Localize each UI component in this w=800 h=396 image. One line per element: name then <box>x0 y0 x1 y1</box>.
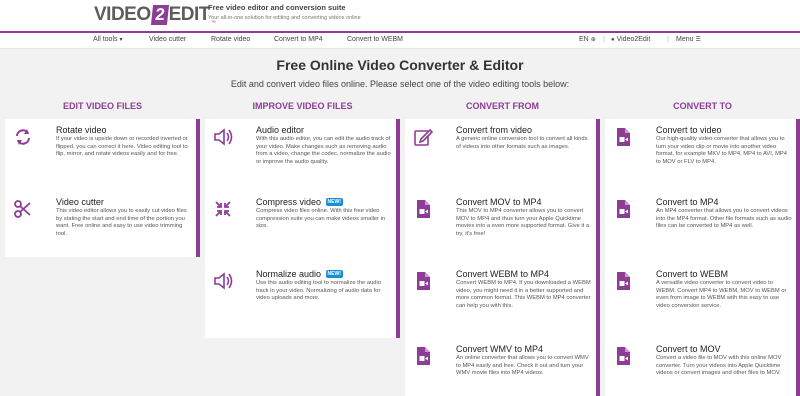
nav-separator: | <box>603 36 605 43</box>
tool-card-rotate-video[interactable]: Rotate video If your video is upside dow… <box>5 119 200 191</box>
card-description: A versatile video converter to convert v… <box>656 280 787 309</box>
video-file-icon <box>413 271 433 291</box>
video-file-icon <box>613 271 633 291</box>
card-title: Video cutter <box>56 197 104 207</box>
column-heading-convert-from: CONVERT FROM <box>466 101 539 111</box>
card-title: Rotate video <box>56 125 107 135</box>
site-logo[interactable]: VIDEO 2 EDIT ™ <box>94 4 216 26</box>
tool-card-mov-to-mp4[interactable]: Convert MOV to MP4 This MOV to MP4 conve… <box>405 191 600 263</box>
nav-separator: | <box>667 36 669 43</box>
tool-card-audio-editor[interactable]: Audio editor With this audio editor, you… <box>205 119 400 191</box>
card-title: Convert WEBM to MP4 <box>456 269 550 279</box>
site-subtagline: Your all-in-one solution for editing and… <box>208 15 361 21</box>
card-description: Convert a video file to MOV with this on… <box>656 355 782 377</box>
tool-card-convert-to-mov[interactable]: Convert to MOV Convert a video file to M… <box>605 338 800 396</box>
speaker-icon <box>213 127 233 147</box>
card-description: With this audio editor, you can edit the… <box>256 136 391 165</box>
video-file-icon <box>613 127 633 147</box>
card-description: This MOV to MP4 converter allows you to … <box>456 208 590 237</box>
card-title-text: Compress video <box>256 197 322 207</box>
card-description: Use this audio editing tool to normalize… <box>256 280 382 302</box>
scissors-icon <box>13 199 33 219</box>
card-title: Compress video NEW! <box>256 197 343 207</box>
card-title: Convert to MOV <box>656 344 721 354</box>
card-description: Our high-quality video converter that al… <box>656 136 788 165</box>
nav-convert-to-webm[interactable]: Convert to WEBM <box>347 36 403 43</box>
menu-button[interactable]: Menu ☰ <box>676 36 701 43</box>
tool-card-compress-video[interactable]: Compress video NEW! Compress video files… <box>205 191 400 263</box>
card-title: Convert from video <box>456 125 533 135</box>
video-file-icon <box>613 346 633 366</box>
hamburger-icon: ☰ <box>695 37 701 43</box>
card-description: Convert WEBM to MP4. If you downloaded a… <box>456 280 591 309</box>
page-subtitle: Edit and convert video files online. Ple… <box>230 79 570 89</box>
globe-icon: ⊕ <box>590 37 596 43</box>
column-heading-edit: EDIT VIDEO FILES <box>62 101 142 111</box>
tool-card-convert-to-mp4[interactable]: Convert to MP4 An MP4 converter that all… <box>605 191 800 263</box>
main-nav: All tools ▾ Video cutter Rotate video Co… <box>0 33 800 49</box>
video-file-icon <box>613 199 633 219</box>
rotate-icon <box>13 127 33 147</box>
card-description: An online converter that allows you to c… <box>456 355 589 377</box>
compress-icon <box>213 199 233 219</box>
nav-convert-to-mp4[interactable]: Convert to MP4 <box>274 36 323 43</box>
menu-label: Menu <box>676 36 694 43</box>
nav-all-tools[interactable]: All tools ▾ <box>93 36 122 43</box>
tool-card-webm-to-mp4[interactable]: Convert WEBM to MP4 Convert WEBM to MP4.… <box>405 263 600 338</box>
user-icon: ● <box>611 37 615 43</box>
language-label: EN <box>579 36 589 43</box>
video-file-icon <box>413 346 433 366</box>
top-header: VIDEO 2 EDIT ™ Free video editor and con… <box>0 0 800 31</box>
speaker-icon <box>213 271 233 291</box>
account-label: Video2Edit <box>616 36 651 43</box>
card-title: Convert to video <box>656 125 722 135</box>
new-badge: NEW! <box>325 198 343 206</box>
tool-card-wmv-to-mp4[interactable]: Convert WMV to MP4 An online converter t… <box>405 338 600 396</box>
card-title: Convert to WEBM <box>656 269 729 279</box>
page-title: Free Online Video Converter & Editor <box>276 57 524 73</box>
tool-card-convert-from-video[interactable]: Convert from video A generic online conv… <box>405 119 600 191</box>
tool-card-convert-to-video[interactable]: Convert to video Our high-quality video … <box>605 119 800 191</box>
chevron-down-icon: ▾ <box>119 37 123 43</box>
video-file-icon <box>413 199 433 219</box>
card-title: Normalize audio NEW! <box>256 269 343 279</box>
nav-video-cutter[interactable]: Video cutter <box>149 36 186 43</box>
logo-text-video: VIDEO <box>94 4 151 25</box>
card-title: Audio editor <box>256 125 305 135</box>
language-selector[interactable]: EN ⊕ <box>579 36 596 43</box>
card-description: Compress video files online. With this f… <box>256 208 386 230</box>
tool-card-normalize-audio[interactable]: Normalize audio NEW! Use this audio edit… <box>205 263 400 338</box>
card-description: A generic online conversion tool to conv… <box>456 136 588 150</box>
edit-icon <box>413 127 433 147</box>
site-tagline: Free video editor and conversion suite <box>208 3 346 12</box>
card-title: Convert MOV to MP4 <box>456 197 542 207</box>
column-heading-convert-to: CONVERT TO <box>673 101 732 111</box>
card-title: Convert to MP4 <box>656 197 719 207</box>
logo-text-2: 2 <box>150 5 169 25</box>
card-title-text: Normalize audio <box>256 269 322 279</box>
card-description: This video editor allows you to easily c… <box>56 208 187 237</box>
new-badge: NEW! <box>325 270 343 278</box>
logo-text-edit: EDIT <box>168 4 211 25</box>
account-link[interactable]: ● Video2Edit <box>611 36 650 43</box>
column-heading-improve: IMPROVE VIDEO FILES <box>252 101 353 111</box>
nav-all-tools-label: All tools <box>93 36 118 43</box>
tool-card-convert-to-webm[interactable]: Convert to WEBM A versatile video conver… <box>605 263 800 338</box>
card-title: Convert WMV to MP4 <box>456 344 544 354</box>
card-description: An MP4 converter that allows you to conv… <box>656 208 792 230</box>
card-description: If your video is upside down or recorded… <box>56 136 188 158</box>
tool-card-video-cutter[interactable]: Video cutter This video editor allows yo… <box>5 191 200 257</box>
nav-rotate-video[interactable]: Rotate video <box>211 36 250 43</box>
